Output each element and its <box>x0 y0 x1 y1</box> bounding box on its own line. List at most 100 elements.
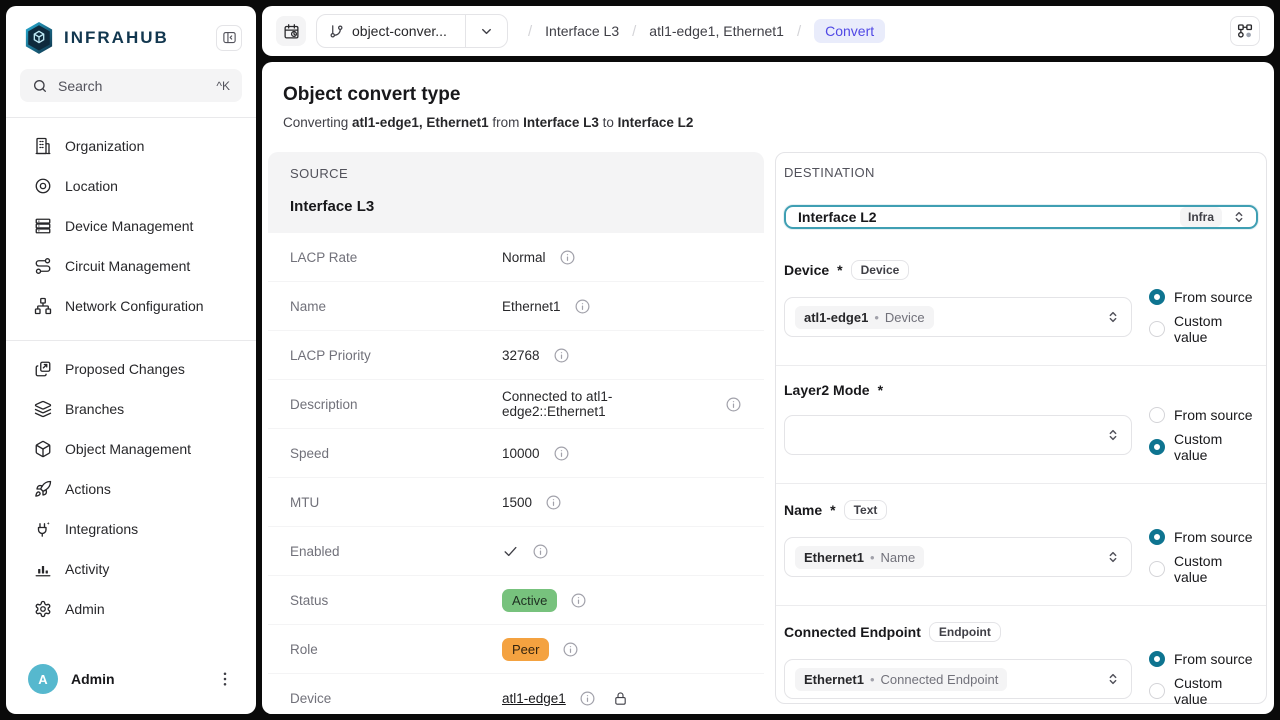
sidebar-item-branches[interactable]: Branches <box>6 389 256 429</box>
breadcrumb-link-atl1-edge1-ethernet1[interactable]: atl1-edge1, Ethernet1 <box>649 23 784 39</box>
breadcrumb: / Interface L3 / atl1-edge1, Ethernet1 / Conv… <box>528 19 885 43</box>
value-text: 10000 <box>502 446 540 461</box>
sidebar-collapse-button[interactable] <box>216 25 242 51</box>
radio-from-source[interactable]: From source <box>1149 289 1258 305</box>
field-layer2-mode: Layer2 Mode * From source Custom value <box>776 366 1266 484</box>
radio-custom-value[interactable]: Custom value <box>1149 313 1258 345</box>
sidebar-item-admin[interactable]: Admin <box>6 589 256 629</box>
sidebar-item-proposed-changes[interactable]: Proposed Changes <box>6 349 256 389</box>
selected-value-area: Ethernet1•Connected Endpoint <box>795 668 1007 691</box>
field-name: Connected Endpoint <box>784 624 921 640</box>
destination-type-select[interactable]: Interface L2 Infra <box>784 205 1258 229</box>
user-menu[interactable]: A Admin <box>6 654 256 714</box>
breadcrumb-separator: / <box>528 23 532 40</box>
field-layer2-mode-select[interactable] <box>784 415 1132 455</box>
field-name-select[interactable]: Ethernet1•Name <box>784 537 1132 577</box>
source-panel: SOURCE Interface L3 LACP Rate Normal Nam… <box>268 152 764 714</box>
breadcrumb-link-interface-l3[interactable]: Interface L3 <box>545 23 619 39</box>
breadcrumb-current-badge[interactable]: Convert <box>814 19 885 43</box>
branch-selector[interactable]: object-conver... <box>316 14 508 48</box>
date-selector-button[interactable] <box>276 16 306 46</box>
attribute-value: 1500 <box>502 494 562 511</box>
sidebar-item-label: Integrations <box>65 521 138 537</box>
value-text: Connected to atl1-edge2::Ethernet1 <box>502 389 712 419</box>
source-rows: LACP Rate Normal Name Ethernet1 LACP Pri… <box>268 233 764 714</box>
attribute-label: Name <box>290 299 502 314</box>
info-icon[interactable] <box>570 592 587 609</box>
branch-dropdown-toggle[interactable] <box>466 24 507 39</box>
sidebar-item-circuit-management[interactable]: Circuit Management <box>6 246 256 286</box>
sidebar-item-object-management[interactable]: Object Management <box>6 429 256 469</box>
field-connected-endpoint-select[interactable]: Ethernet1•Connected Endpoint <box>784 659 1132 699</box>
info-icon[interactable] <box>559 249 576 266</box>
radio-from-source[interactable]: From source <box>1149 407 1258 423</box>
radio-from-source[interactable]: From source <box>1149 651 1258 667</box>
radio-custom-value[interactable]: Custom value <box>1149 675 1258 707</box>
rocket-icon <box>34 480 52 498</box>
value-text: 1500 <box>502 495 532 510</box>
field-name: Name * Text Ethernet1•Name From source C… <box>776 484 1266 606</box>
page-subtitle: Converting atl1-edge1, Ethernet1 from In… <box>283 115 1268 130</box>
sidebar-item-label: Device Management <box>65 218 193 234</box>
sidebar-item-location[interactable]: Location <box>6 166 256 206</box>
attribute-value: 32768 <box>502 347 570 364</box>
subtitle-source-type: Interface L3 <box>523 115 599 130</box>
field-name: Layer2 Mode <box>784 382 870 398</box>
radio-from-source[interactable]: From source <box>1149 529 1258 545</box>
sidebar-item-activity[interactable]: Activity <box>6 549 256 589</box>
source-type-label: Interface L3 <box>290 198 742 215</box>
attribute-label: LACP Priority <box>290 348 502 363</box>
field-label-row: Layer2 Mode * <box>784 382 1258 398</box>
kebab-menu-icon[interactable] <box>216 670 234 688</box>
attribute-value: Normal <box>502 249 576 266</box>
value-mode-radios: From source Custom value <box>1149 407 1258 463</box>
breadcrumb-separator: / <box>632 23 636 40</box>
related-object-link[interactable]: atl1-edge1 <box>502 691 566 706</box>
info-icon[interactable] <box>545 494 562 511</box>
sidebar-item-organization[interactable]: Organization <box>6 126 256 166</box>
attribute-value <box>502 543 549 560</box>
field-label-row: Device * Device <box>784 260 1258 280</box>
info-icon[interactable] <box>725 396 742 413</box>
sidebar-item-label: Admin <box>65 601 105 617</box>
required-asterisk: * <box>837 262 842 278</box>
status-badge: Active <box>502 589 557 612</box>
brand-name: INFRAHUB <box>64 28 169 48</box>
sidebar-item-device-management[interactable]: Device Management <box>6 206 256 246</box>
sidebar-item-network-configuration[interactable]: Network Configuration <box>6 286 256 326</box>
search-shortcut: ^K <box>216 79 230 93</box>
radio-circle <box>1149 529 1165 545</box>
attribute-label: MTU <box>290 495 502 510</box>
radio-circle <box>1149 561 1165 577</box>
field-name: Name <box>784 502 822 518</box>
sidebar-item-integrations[interactable]: Integrations <box>6 509 256 549</box>
user-name: Admin <box>71 671 115 687</box>
field-device-select[interactable]: atl1-edge1•Device <box>784 297 1132 337</box>
info-icon[interactable] <box>574 298 591 315</box>
radio-custom-value[interactable]: Custom value <box>1149 553 1258 585</box>
search-icon <box>32 78 48 94</box>
breadcrumb-separator: / <box>797 23 801 40</box>
sidebar-item-actions[interactable]: Actions <box>6 469 256 509</box>
selected-value-chip: Ethernet1•Connected Endpoint <box>795 668 1007 691</box>
gear-icon <box>34 600 52 618</box>
info-icon[interactable] <box>553 347 570 364</box>
field-connected-endpoint: Connected Endpoint Endpoint Ethernet1•Co… <box>776 606 1266 714</box>
info-icon[interactable] <box>532 543 549 560</box>
namespace-badge: Infra <box>1180 207 1222 227</box>
attribute-value: 10000 <box>502 445 570 462</box>
search-input[interactable]: Search ^K <box>20 69 242 102</box>
source-heading: SOURCE <box>290 166 742 181</box>
attribute-value: atl1-edge1 <box>502 690 628 707</box>
info-icon[interactable] <box>553 445 570 462</box>
radio-custom-value[interactable]: Custom value <box>1149 431 1258 463</box>
attribute-label: Speed <box>290 446 502 461</box>
infrahub-logo-icon <box>24 21 54 54</box>
branch-selector-value[interactable]: object-conver... <box>317 23 465 39</box>
source-row-mtu: MTU 1500 <box>268 478 764 526</box>
schema-visualizer-button[interactable] <box>1230 16 1260 46</box>
avatar: A <box>28 664 58 694</box>
info-icon[interactable] <box>562 641 579 658</box>
radio-circle <box>1149 289 1165 305</box>
info-icon[interactable] <box>579 690 596 707</box>
